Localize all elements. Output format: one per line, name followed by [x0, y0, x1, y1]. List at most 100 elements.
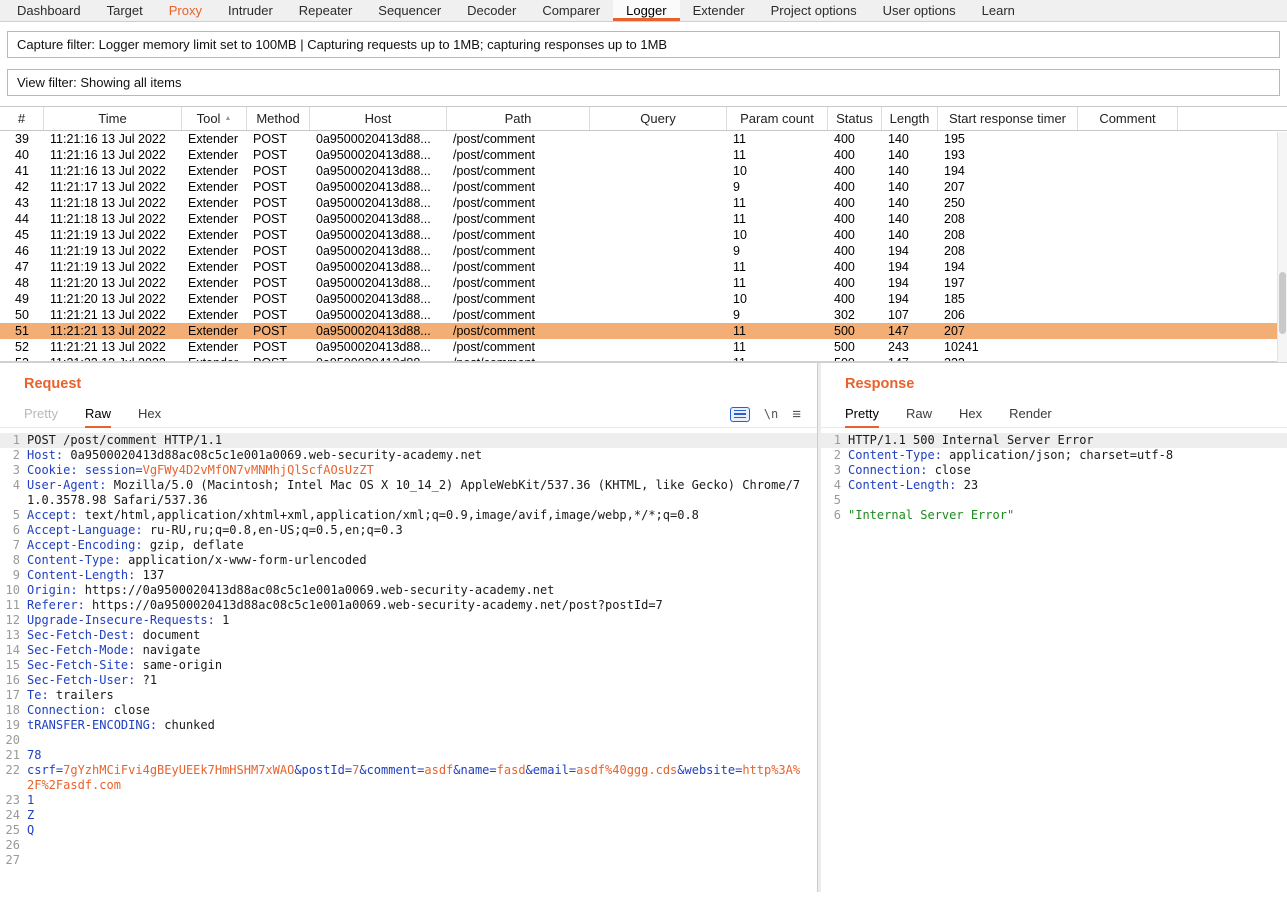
column-header-method[interactable]: Method: [247, 107, 310, 130]
log-cell: Extender: [182, 179, 247, 195]
table-scrollbar-thumb[interactable]: [1279, 272, 1286, 334]
log-row-47[interactable]: 4711:21:19 13 Jul 2022ExtenderPOST0a9500…: [0, 259, 1287, 275]
response-tab-raw[interactable]: Raw: [906, 401, 932, 428]
log-cell: 140: [882, 179, 938, 195]
tab-comparer[interactable]: Comparer: [529, 0, 613, 21]
code-line: 2Host: 0a9500020413d88ac08c5c1e001a0069.…: [0, 448, 817, 463]
tab-target[interactable]: Target: [94, 0, 156, 21]
tab-sequencer[interactable]: Sequencer: [365, 0, 454, 21]
line-number: 7: [0, 538, 27, 553]
log-row-49[interactable]: 4911:21:20 13 Jul 2022ExtenderPOST0a9500…: [0, 291, 1287, 307]
column-header--[interactable]: #: [0, 107, 44, 130]
log-row-52[interactable]: 5211:21:21 13 Jul 2022ExtenderPOST0a9500…: [0, 339, 1287, 355]
request-tab-hex[interactable]: Hex: [138, 401, 161, 428]
log-cell: 0a9500020413d88...: [310, 147, 447, 163]
log-row-51[interactable]: 5111:21:21 13 Jul 2022ExtenderPOST0a9500…: [0, 323, 1287, 339]
line-number: 24: [0, 808, 27, 823]
log-cell: 400: [828, 195, 882, 211]
log-cell: 11:21:19 13 Jul 2022: [44, 259, 182, 275]
log-row-46[interactable]: 4611:21:19 13 Jul 2022ExtenderPOST0a9500…: [0, 243, 1287, 259]
log-cell: Extender: [182, 323, 247, 339]
line-text: Connection: close: [848, 463, 1287, 478]
code-line: 11Referer: https://0a9500020413d88ac08c5…: [0, 598, 817, 613]
column-header-path[interactable]: Path: [447, 107, 590, 130]
column-header-query[interactable]: Query: [590, 107, 727, 130]
log-cell: [1078, 179, 1178, 195]
request-code[interactable]: 1POST /post/comment HTTP/1.12Host: 0a950…: [0, 428, 817, 892]
log-cell: 194: [938, 259, 1078, 275]
tab-user-options[interactable]: User options: [870, 0, 969, 21]
log-cell: 11: [727, 339, 828, 355]
tab-repeater[interactable]: Repeater: [286, 0, 365, 21]
line-text: Accept-Language: ru-RU,ru;q=0.8,en-US;q=…: [27, 523, 817, 538]
column-header-status[interactable]: Status: [828, 107, 882, 130]
newline-toggle-icon[interactable]: \n: [764, 407, 778, 421]
log-row-45[interactable]: 4511:21:19 13 Jul 2022ExtenderPOST0a9500…: [0, 227, 1287, 243]
log-cell: POST: [247, 259, 310, 275]
line-text: csrf=7gYzhMCiFvi4gBEyUEEk7HmHSHM7xWAO&po…: [27, 763, 817, 793]
tab-logger[interactable]: Logger: [613, 0, 679, 21]
tab-dashboard[interactable]: Dashboard: [4, 0, 94, 21]
column-header-comment[interactable]: Comment: [1078, 107, 1178, 130]
log-row-40[interactable]: 4011:21:16 13 Jul 2022ExtenderPOST0a9500…: [0, 147, 1287, 163]
line-number: 23: [0, 793, 27, 808]
log-cell: POST: [247, 275, 310, 291]
tab-learn[interactable]: Learn: [969, 0, 1028, 21]
column-header-time[interactable]: Time: [44, 107, 182, 130]
response-code[interactable]: 1HTTP/1.1 500 Internal Server Error2Cont…: [821, 428, 1287, 892]
log-cell: 194: [938, 163, 1078, 179]
log-cell: 46: [0, 243, 44, 259]
column-header-param-count[interactable]: Param count: [727, 107, 828, 130]
table-scrollbar[interactable]: [1277, 132, 1287, 362]
tab-extender[interactable]: Extender: [680, 0, 758, 21]
line-text: Accept-Encoding: gzip, deflate: [27, 538, 817, 553]
log-cell: 40: [0, 147, 44, 163]
capture-filter-bar[interactable]: Capture filter: Logger memory limit set …: [7, 31, 1280, 58]
log-cell: POST: [247, 195, 310, 211]
tab-decoder[interactable]: Decoder: [454, 0, 529, 21]
log-row-43[interactable]: 4311:21:18 13 Jul 2022ExtenderPOST0a9500…: [0, 195, 1287, 211]
log-row-50[interactable]: 5011:21:21 13 Jul 2022ExtenderPOST0a9500…: [0, 307, 1287, 323]
log-cell: Extender: [182, 147, 247, 163]
log-cell: 140: [882, 147, 938, 163]
column-header-length[interactable]: Length: [882, 107, 938, 130]
log-row-44[interactable]: 4411:21:18 13 Jul 2022ExtenderPOST0a9500…: [0, 211, 1287, 227]
log-cell: 0a9500020413d88...: [310, 163, 447, 179]
column-header-start-response-timer[interactable]: Start response timer: [938, 107, 1078, 130]
log-cell: 207: [938, 323, 1078, 339]
code-line: 12Upgrade-Insecure-Requests: 1: [0, 613, 817, 628]
line-number: 27: [0, 853, 27, 868]
editor-menu-icon[interactable]: ≡: [792, 406, 801, 423]
log-cell: 207: [938, 179, 1078, 195]
tab-project-options[interactable]: Project options: [758, 0, 870, 21]
request-tab-raw[interactable]: Raw: [85, 401, 111, 428]
column-header-host[interactable]: Host: [310, 107, 447, 130]
log-row-39[interactable]: 3911:21:16 13 Jul 2022ExtenderPOST0a9500…: [0, 131, 1287, 147]
log-cell: [1078, 339, 1178, 355]
request-panel-title: Request: [0, 363, 817, 401]
column-header-tool[interactable]: Tool▲: [182, 107, 247, 130]
log-row-48[interactable]: 4811:21:20 13 Jul 2022ExtenderPOST0a9500…: [0, 275, 1287, 291]
log-cell: 11:21:16 13 Jul 2022: [44, 131, 182, 147]
log-row-41[interactable]: 4111:21:16 13 Jul 2022ExtenderPOST0a9500…: [0, 163, 1287, 179]
log-cell: 0a9500020413d88...: [310, 275, 447, 291]
tab-proxy[interactable]: Proxy: [156, 0, 215, 21]
log-row-42[interactable]: 4211:21:17 13 Jul 2022ExtenderPOST0a9500…: [0, 179, 1287, 195]
wrap-lines-icon[interactable]: [730, 407, 750, 422]
log-cell: 11:21:20 13 Jul 2022: [44, 275, 182, 291]
log-cell: 147: [882, 323, 938, 339]
view-filter-bar[interactable]: View filter: Showing all items: [7, 69, 1280, 96]
log-row-53[interactable]: 5311:21:22 13 Jul 2022ExtenderPOST0a9500…: [0, 355, 1287, 361]
column-header-label: Tool: [197, 111, 221, 126]
response-tab-hex[interactable]: Hex: [959, 401, 982, 428]
capture-filter-text: Capture filter: Logger memory limit set …: [17, 37, 667, 52]
log-cell: [1078, 243, 1178, 259]
log-cell: [590, 243, 727, 259]
log-cell: 11: [727, 275, 828, 291]
tab-intruder[interactable]: Intruder: [215, 0, 286, 21]
request-tab-pretty[interactable]: Pretty: [24, 401, 58, 428]
response-tab-render[interactable]: Render: [1009, 401, 1052, 428]
top-tab-bar: DashboardTargetProxyIntruderRepeaterSequ…: [0, 0, 1287, 22]
response-tab-pretty[interactable]: Pretty: [845, 401, 879, 428]
log-cell: 11: [727, 195, 828, 211]
